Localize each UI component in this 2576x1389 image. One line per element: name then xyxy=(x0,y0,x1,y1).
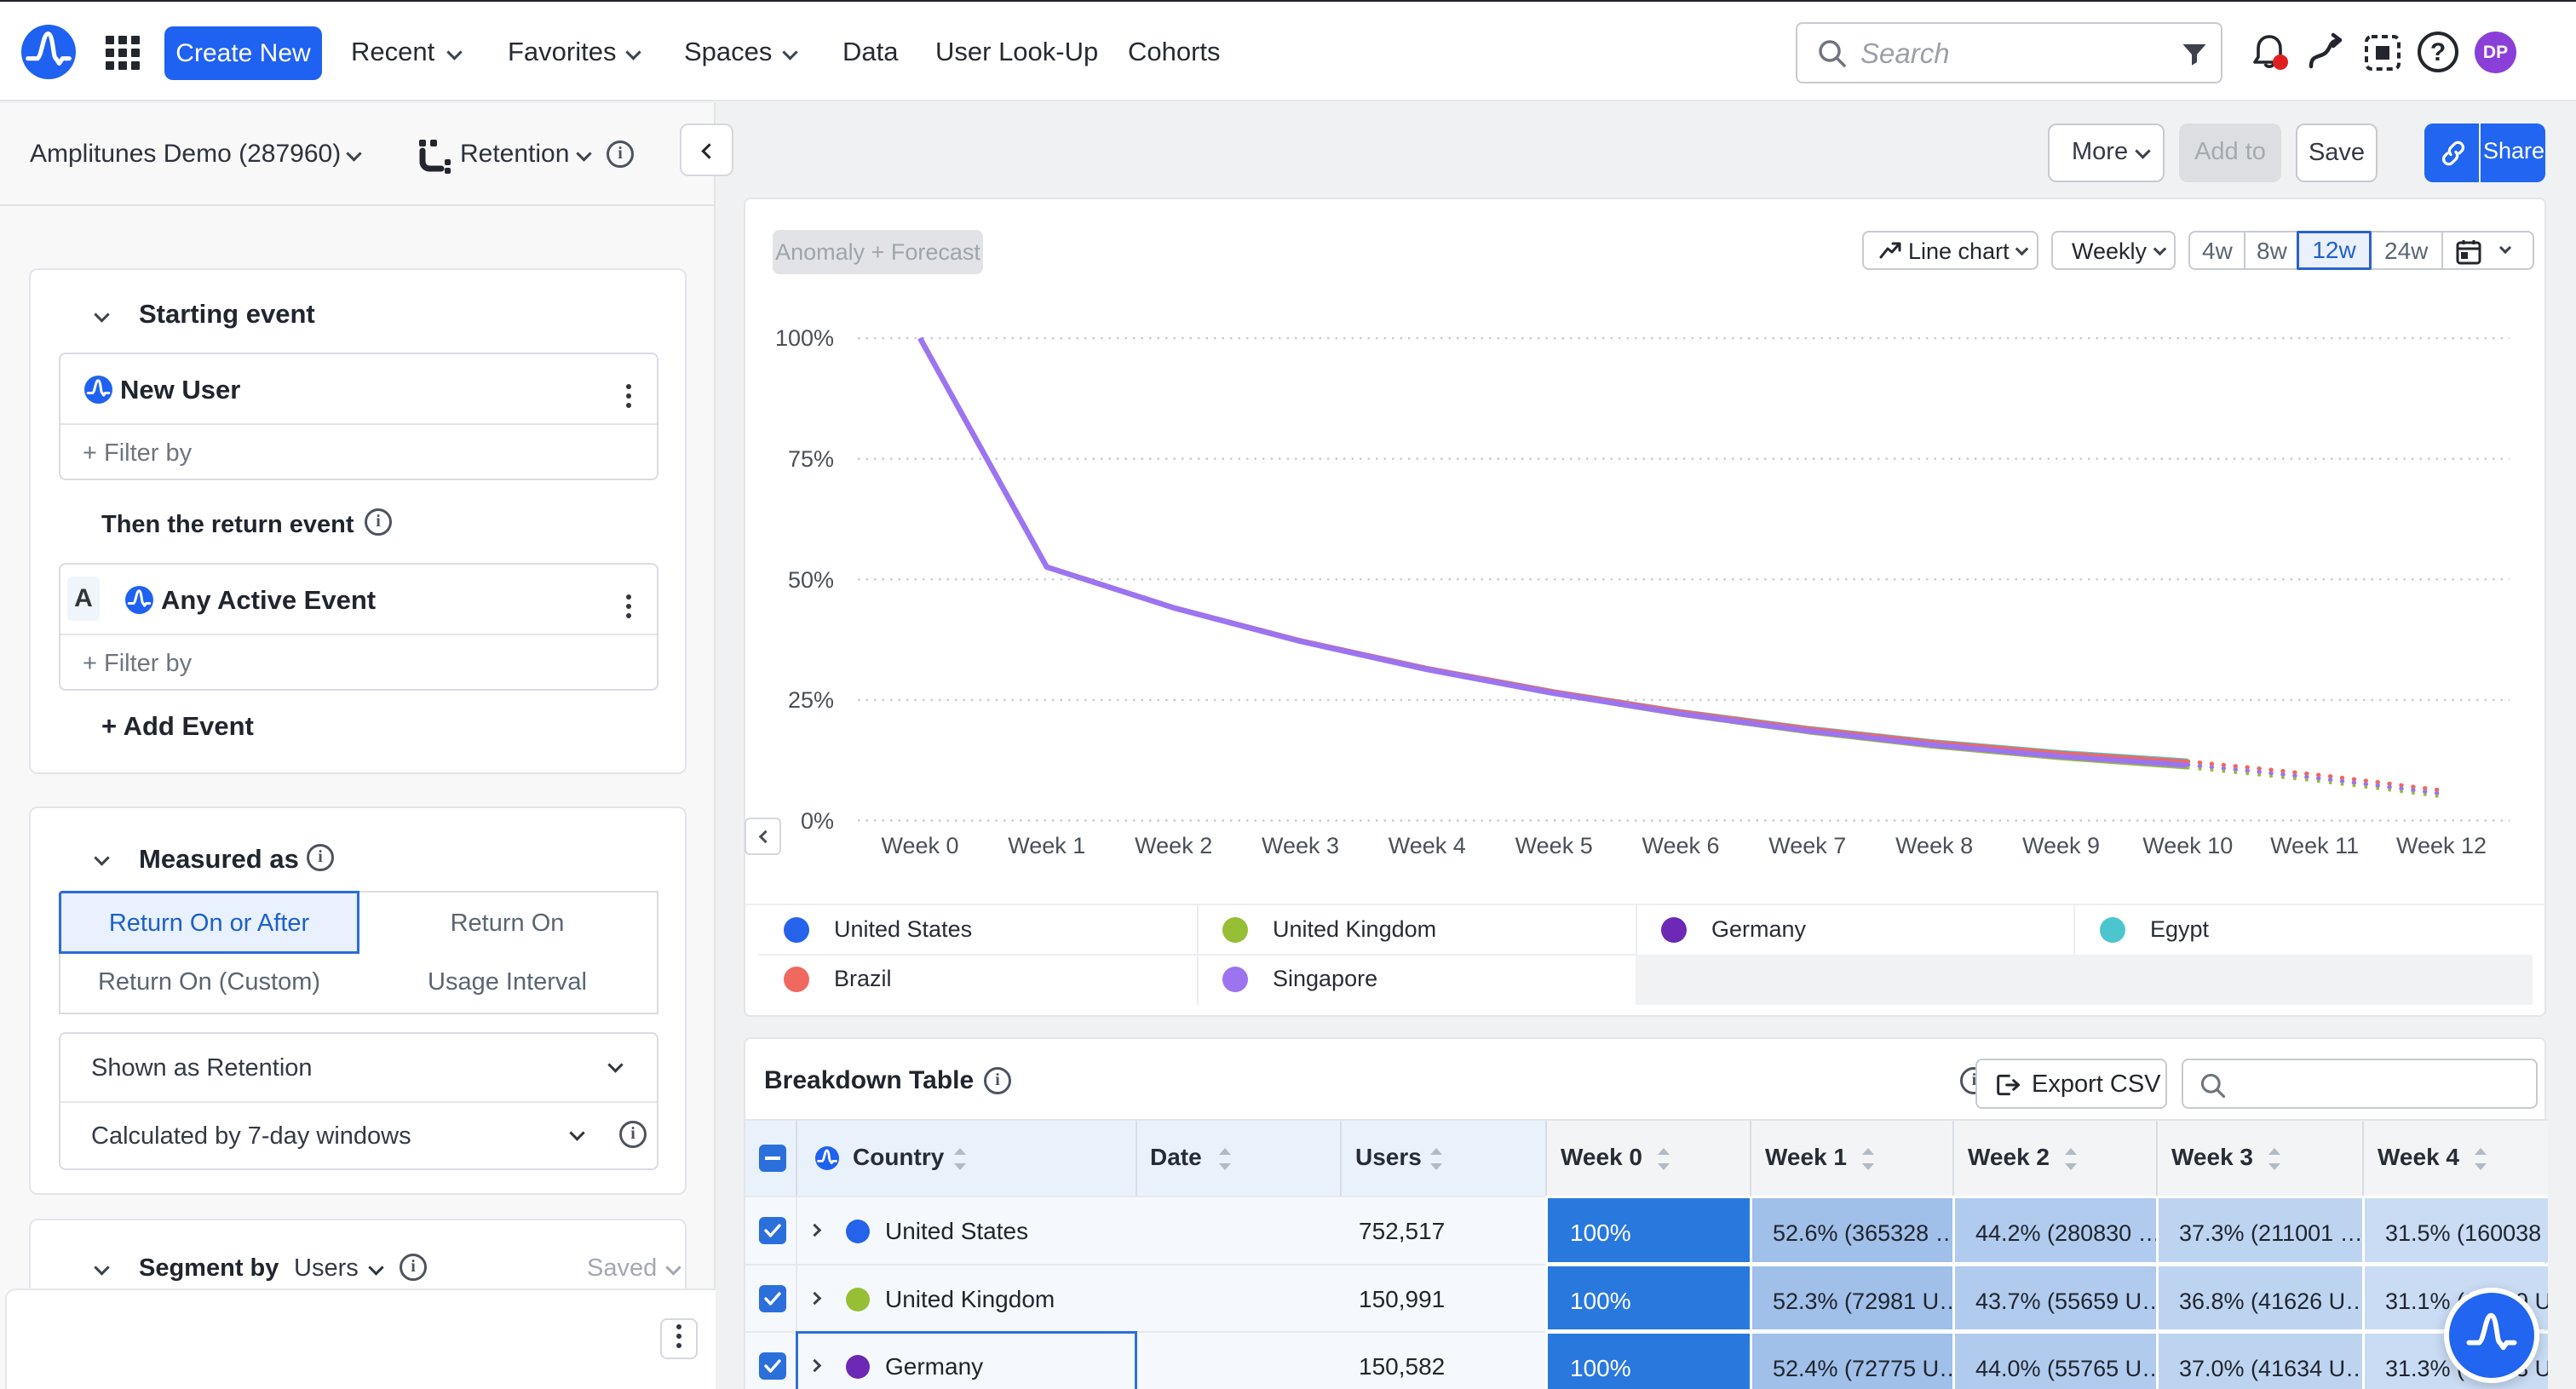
svg-text:Week 7: Week 7 xyxy=(1768,833,1846,858)
svg-text:75%: 75% xyxy=(788,446,834,472)
svg-text:Week 12: Week 12 xyxy=(2396,833,2487,858)
svg-text:Week 0: Week 0 xyxy=(881,833,958,858)
svg-text:0%: 0% xyxy=(801,808,834,834)
svg-text:Week 9: Week 9 xyxy=(2022,833,2100,858)
svg-text:Week 6: Week 6 xyxy=(1642,833,1719,858)
svg-text:Week 5: Week 5 xyxy=(1515,833,1593,858)
svg-text:Week 2: Week 2 xyxy=(1135,833,1212,858)
svg-text:Week 10: Week 10 xyxy=(2142,833,2233,858)
svg-text:25%: 25% xyxy=(788,687,834,713)
svg-text:Week 4: Week 4 xyxy=(1389,833,1466,858)
svg-text:Week 1: Week 1 xyxy=(1008,833,1085,858)
svg-text:100%: 100% xyxy=(775,325,834,351)
svg-text:50%: 50% xyxy=(788,567,834,593)
svg-text:Week 11: Week 11 xyxy=(2270,833,2359,858)
svg-text:Week 3: Week 3 xyxy=(1262,833,1339,858)
svg-text:Week 8: Week 8 xyxy=(1895,833,1973,858)
